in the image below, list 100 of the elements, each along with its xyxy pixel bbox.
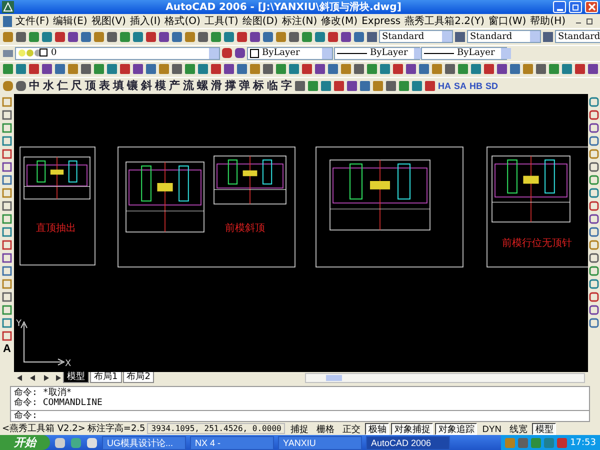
draw-tool-icon[interactable] (1, 278, 13, 290)
toolbar-icon[interactable] (288, 63, 300, 76)
toolbar-icon[interactable] (548, 63, 560, 76)
toolbar-icon[interactable] (171, 30, 183, 43)
modify-tool-icon[interactable] (588, 160, 600, 173)
toolbar-icon[interactable] (353, 30, 365, 43)
toolbar-icon[interactable] (236, 63, 248, 76)
menu-item[interactable]: 工具(T) (204, 14, 238, 28)
modify-tool-icon[interactable] (588, 148, 600, 160)
draw-tool-icon[interactable] (1, 252, 13, 264)
start-button[interactable]: 开始 (0, 435, 50, 450)
toolbar-button[interactable]: 撑 (224, 78, 237, 94)
toolbar-icon[interactable] (80, 63, 92, 76)
modify-tool-icon[interactable] (588, 108, 600, 121)
style-icon[interactable] (366, 30, 378, 43)
toolbar-icon[interactable] (470, 63, 482, 76)
toolbar-icon[interactable] (522, 63, 534, 76)
style-icon[interactable] (454, 30, 466, 43)
toolbar-icon[interactable] (249, 30, 261, 43)
toolbar-icon[interactable] (587, 63, 599, 76)
layer-tool-icon[interactable] (221, 47, 233, 60)
menu-item[interactable]: 格式(O) (164, 14, 200, 28)
toolbar-icon[interactable] (418, 63, 430, 76)
toolbar-icon[interactable] (327, 63, 339, 76)
modify-tool-icon[interactable] (588, 186, 600, 199)
toolbar-icon[interactable] (132, 30, 144, 43)
menu-item[interactable]: 文件(F) (16, 14, 50, 28)
minimize-button[interactable] (553, 1, 566, 14)
draw-tool-icon[interactable] (1, 238, 13, 251)
modify-tool-icon[interactable] (588, 278, 600, 290)
toolbar-icon[interactable] (223, 63, 235, 76)
toolbar-icon[interactable] (223, 30, 235, 43)
draw-tool-icon[interactable] (1, 226, 13, 238)
toolbar-button[interactable]: 标 (252, 78, 265, 94)
toolbar-button[interactable]: 临 (266, 78, 279, 94)
modify-tool-icon[interactable] (588, 200, 600, 212)
toolbar-icon[interactable] (509, 63, 521, 76)
toolbar-icon[interactable] (294, 80, 306, 92)
toolbar-button[interactable]: 水 (42, 78, 55, 94)
toolbar-icon[interactable] (372, 80, 384, 92)
command-input-field[interactable]: 命令: (11, 410, 589, 421)
modify-tool-icon[interactable] (588, 290, 600, 303)
toolbar-button[interactable]: 仁 (56, 78, 69, 94)
draw-tool-icon[interactable] (1, 264, 13, 277)
style-dropdown[interactable]: Standard (555, 30, 600, 44)
toolbar-icon[interactable] (411, 80, 423, 92)
toolbar-icon[interactable] (119, 30, 131, 43)
toolbar-icon[interactable] (2, 80, 14, 92)
layer-dropdown[interactable]: 0 (15, 46, 220, 60)
drawing-canvas[interactable]: 直顶抽出 前模斜顶 前模行位无顶针 Y X (14, 94, 588, 372)
toolbar-icon[interactable] (398, 80, 410, 92)
toolbar-button[interactable]: SA (453, 80, 468, 91)
draw-tool-icon[interactable] (1, 186, 13, 199)
status-toggle-button[interactable]: 对象追踪 (435, 422, 478, 434)
toolbar-icon[interactable] (171, 63, 183, 76)
toolbar-icon[interactable] (385, 80, 397, 92)
toolbar-icon[interactable] (184, 30, 196, 43)
toolbar-icon[interactable] (301, 30, 313, 43)
toolbar-icon[interactable] (158, 63, 170, 76)
toolbar-button[interactable]: 字 (280, 78, 293, 94)
modify-tool-icon[interactable] (588, 212, 600, 225)
toolbar-icon[interactable] (210, 30, 222, 43)
toolbar-icon[interactable] (80, 30, 92, 43)
toolbar-icon[interactable] (353, 63, 365, 76)
draw-tool-icon[interactable] (1, 108, 13, 121)
taskbar-button[interactable]: AutoCAD 2006 (366, 436, 450, 450)
toolbar-icon[interactable] (392, 63, 404, 76)
toolbar-icon[interactable] (359, 80, 371, 92)
toolbar-icon[interactable] (41, 30, 53, 43)
draw-tool-icon[interactable] (1, 134, 13, 147)
draw-tool-icon[interactable] (1, 290, 13, 303)
toolbar-button[interactable]: HA (437, 80, 452, 91)
toolbar-icon[interactable] (249, 63, 261, 76)
toolbar-button[interactable]: 表 (98, 78, 111, 94)
modify-tool-icon[interactable] (588, 122, 600, 134)
toolbar-icon[interactable] (67, 63, 79, 76)
toolbar-button[interactable]: 弹 (238, 78, 251, 94)
toolbar-icon[interactable] (561, 63, 573, 76)
toolbar-icon[interactable] (314, 30, 326, 43)
draw-tool-icon[interactable] (1, 160, 13, 173)
toolbar-icon[interactable] (41, 63, 53, 76)
modify-tool-icon[interactable] (588, 134, 600, 147)
draw-tool-icon[interactable] (1, 96, 13, 108)
style-dropdown[interactable]: Standard (379, 30, 453, 44)
draw-tool-icon[interactable] (1, 330, 13, 342)
toolbar-icon[interactable] (424, 80, 436, 92)
taskbar-button[interactable]: YANXIU (278, 436, 362, 450)
toolbar-icon[interactable] (15, 63, 27, 76)
toolbar-icon[interactable] (119, 63, 131, 76)
toolbar-icon[interactable] (262, 30, 274, 43)
toolbar-button[interactable]: 斜 (140, 78, 153, 94)
toolbar-icon[interactable] (15, 80, 27, 92)
modify-tool-icon[interactable] (588, 96, 600, 108)
toolbar-button[interactable]: 填 (112, 78, 125, 94)
toolbar-button[interactable]: 镶 (126, 78, 139, 94)
modify-tool-icon[interactable] (588, 304, 600, 316)
taskbar-button[interactable]: NX 4 - (190, 436, 274, 450)
layout-tab[interactable]: 布局2 (122, 372, 154, 384)
toolbar-icon[interactable] (366, 63, 378, 76)
toolbar-button[interactable]: 中 (28, 78, 41, 94)
